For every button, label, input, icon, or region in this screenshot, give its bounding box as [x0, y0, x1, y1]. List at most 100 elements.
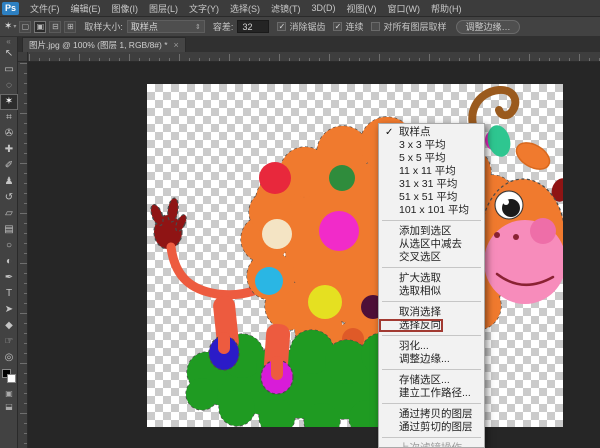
toolbar-collapse-icon[interactable]: «	[0, 37, 17, 46]
history-brush-tool[interactable]: ↺	[0, 190, 18, 206]
add-to-selection-button[interactable]: ▣	[34, 21, 46, 33]
menu-bar: Ps 文件(F) 编辑(E) 图像(I) 图层(L) 文字(Y) 选择(S) 滤镜(T) 3D…	[0, 0, 600, 17]
screen-mode-icon[interactable]: ⬓	[0, 400, 18, 413]
context-menu-item-4[interactable]: 31 x 31 平均	[379, 178, 484, 191]
horizontal-ruler	[28, 52, 600, 62]
tab-close-icon[interactable]: ×	[174, 40, 179, 50]
context-menu-item-5[interactable]: 51 x 51 平均	[379, 191, 484, 204]
magic-wand-icon[interactable]: ✶	[4, 21, 12, 32]
context-menu-item-label: 添加到选区	[399, 225, 452, 237]
menubar-item-8[interactable]: 视图(V)	[347, 2, 377, 15]
context-menu-item-10[interactable]: 扩大选取	[379, 272, 484, 285]
context-menu-item-12[interactable]: 取消选择	[379, 306, 484, 319]
context-menu-item-label: 选择反向	[399, 319, 441, 331]
menu-separator	[382, 437, 481, 438]
tolerance-input[interactable]: 32	[237, 20, 269, 33]
sample-size-select[interactable]: 取样点 ⇕	[127, 20, 205, 33]
gradient-tool[interactable]: ▤	[0, 222, 18, 238]
tab-bar: 图片.jpg @ 100% (图层 1, RGB/8#) * ×	[18, 37, 600, 52]
nostril-right	[513, 234, 519, 240]
context-menu-item-label: 101 x 101 平均	[399, 204, 469, 216]
healing-brush-tool[interactable]: ✚	[0, 142, 18, 158]
menu-separator	[382, 267, 481, 268]
menubar-item-10[interactable]: 帮助(H)	[431, 2, 462, 15]
blur-tool[interactable]: ○	[0, 238, 18, 254]
tail-tuft	[149, 197, 189, 249]
crop-tool[interactable]: ⌗	[0, 110, 18, 126]
menubar-item-9[interactable]: 窗口(W)	[388, 2, 421, 15]
path-selection-tool[interactable]: ➤	[0, 302, 18, 318]
menu-separator	[382, 335, 481, 336]
context-menu-item-14[interactable]: 羽化...	[379, 340, 484, 353]
shape-tool[interactable]: ◆	[0, 318, 18, 334]
pen-tool[interactable]: ✒	[0, 270, 18, 286]
context-menu-item-15[interactable]: 调整边缘...	[379, 353, 484, 366]
context-menu-item-label: 扩大选取	[399, 272, 441, 284]
menubar-item-3[interactable]: 图层(L)	[149, 2, 178, 15]
menubar-item-6[interactable]: 滤镜(T)	[271, 2, 301, 15]
menubar-item-2[interactable]: 图像(I)	[112, 2, 139, 15]
context-menu-item-16[interactable]: 存储选区...	[379, 374, 484, 387]
menu-separator	[382, 301, 481, 302]
magic-wand-tool[interactable]: ✶	[0, 94, 18, 110]
context-menu-item-13[interactable]: 选择反向	[379, 319, 443, 332]
new-selection-button[interactable]: ▢	[19, 21, 31, 33]
background-color-swatch[interactable]	[7, 374, 16, 383]
context-menu-item-7[interactable]: 添加到选区	[379, 225, 484, 238]
menubar-item-1[interactable]: 编辑(E)	[71, 2, 101, 15]
context-menu-item-label: 取消选择	[399, 306, 441, 318]
contiguous-checkbox[interactable]: ✓	[333, 22, 342, 31]
context-menu-item-label: 选取相似	[399, 285, 441, 297]
quick-mask-icon[interactable]: ▣	[0, 387, 18, 400]
ear-orange	[512, 137, 554, 174]
lasso-tool[interactable]: ◌	[0, 78, 18, 94]
type-tool[interactable]: T	[0, 286, 18, 302]
anti-alias-checkbox[interactable]: ✓	[277, 22, 286, 31]
context-menu-item-11[interactable]: 选取相似	[379, 285, 484, 298]
sample-all-layers-checkbox[interactable]	[371, 22, 380, 31]
context-menu-item-2[interactable]: 5 x 5 平均	[379, 152, 484, 165]
context-menu-item-9[interactable]: 交叉选区	[379, 251, 484, 264]
context-menu-item-0[interactable]: ✓取样点	[379, 126, 484, 139]
refine-edge-button[interactable]: 调整边缘…	[456, 20, 519, 34]
context-menu-item-label: 3 x 3 平均	[399, 139, 446, 151]
context-menu-item-label: 羽化...	[399, 340, 429, 352]
move-tool[interactable]: ↖	[0, 46, 18, 62]
clone-stamp-tool[interactable]: ♟	[0, 174, 18, 190]
subtract-from-selection-button[interactable]: ⊟	[49, 21, 61, 33]
context-menu-item-3[interactable]: 11 x 11 平均	[379, 165, 484, 178]
cartoon-cow-illustration	[147, 84, 563, 427]
ps-logo-icon[interactable]: Ps	[2, 2, 19, 15]
context-menu-item-label: 取样点	[399, 126, 431, 138]
eraser-tool[interactable]: ▱	[0, 206, 18, 222]
document-tab[interactable]: 图片.jpg @ 100% (图层 1, RGB/8#) * ×	[22, 37, 186, 52]
intersect-selection-button[interactable]: ⊞	[64, 21, 76, 33]
menubar-item-4[interactable]: 文字(Y)	[189, 2, 219, 15]
context-menu-item-label: 11 x 11 平均	[399, 165, 456, 177]
context-menu-item-18[interactable]: 通过拷贝的图层	[379, 408, 484, 421]
brush-tool[interactable]: ✐	[0, 158, 18, 174]
context-menu-item-8[interactable]: 从选区中减去	[379, 238, 484, 251]
menubar-item-5[interactable]: 选择(S)	[230, 2, 260, 15]
context-menu-item-label: 通过剪切的图层	[399, 421, 473, 433]
marquee-tool[interactable]: ▭	[0, 62, 18, 78]
menubar-item-0[interactable]: 文件(F)	[30, 2, 60, 15]
context-menu-item-17[interactable]: 建立工作路径...	[379, 387, 484, 400]
context-menu-item-label: 51 x 51 平均	[399, 191, 457, 203]
dodge-tool[interactable]: ◐	[0, 254, 18, 270]
eyedropper-tool[interactable]: ✇	[0, 126, 18, 142]
context-menu-item-1[interactable]: 3 x 3 平均	[379, 139, 484, 152]
menubar-item-7[interactable]: 3D(D)	[312, 3, 336, 13]
hand-tool[interactable]: ☞	[0, 334, 18, 350]
sample-all-layers-label: 对所有图层取样	[383, 20, 446, 33]
selection-mode-group: ▢▣⊟⊞	[16, 21, 76, 33]
context-menu-item-label: 31 x 31 平均	[399, 178, 457, 190]
zoom-tool[interactable]: ◎	[0, 350, 18, 366]
context-menu-item-6[interactable]: 101 x 101 平均	[379, 204, 484, 217]
context-menu: ✓取样点3 x 3 平均5 x 5 平均11 x 11 平均31 x 31 平均…	[378, 123, 485, 448]
context-menu-item-label: 5 x 5 平均	[399, 152, 446, 164]
ruler-corner	[18, 52, 28, 62]
options-bar: ✶ ▾ ▢▣⊟⊞ 取样大小: 取样点 ⇕ 容差: 32 ✓ 消除锯齿 ✓ 连续 …	[0, 17, 600, 37]
context-menu-item-19[interactable]: 通过剪切的图层	[379, 421, 484, 434]
document-canvas[interactable]	[147, 84, 563, 427]
